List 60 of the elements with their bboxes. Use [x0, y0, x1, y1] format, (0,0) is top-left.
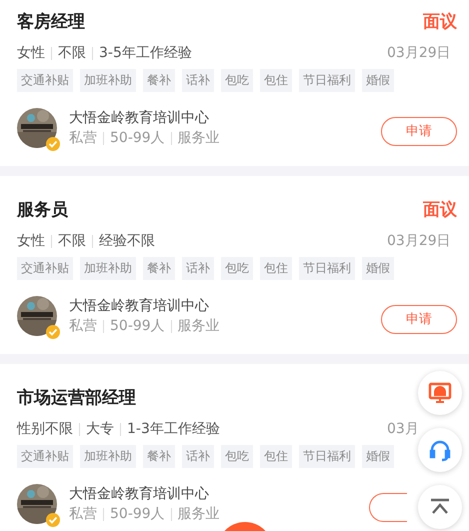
meta-text: 私营 [69, 317, 97, 335]
apply-button[interactable] [369, 492, 407, 522]
benefit-tag: 餐补 [143, 69, 175, 92]
benefit-tag: 包吃 [221, 257, 253, 280]
benefit-tag: 话补 [182, 445, 214, 468]
meta-text: 女性 [17, 44, 45, 62]
job-card[interactable]: 服务员 面议 女性 不限 经验不限 03月29日 交通补贴 加班补助 餐补 话补 包吃 包住 节日福利 婚假 大悟金岭教育培训中心 私营 50-99人 服务业 申请 [0, 176, 469, 354]
meta-text: 私营 [69, 505, 97, 523]
post-date: 03月 [387, 420, 420, 438]
meta-text: 大专 [86, 420, 114, 438]
benefit-tag: 加班补助 [80, 69, 136, 92]
company-name: 大悟金岭教育培训中心 [69, 485, 210, 503]
benefit-tag: 婚假 [362, 69, 394, 92]
meta-text: 私营 [69, 129, 97, 147]
back-to-top-icon [429, 498, 451, 516]
meta-text: 服务业 [178, 505, 220, 523]
company-name: 大悟金岭教育培训中心 [69, 297, 210, 315]
benefit-tag: 交通补贴 [17, 445, 73, 468]
job-card[interactable]: 市场运营部经理 性别不限 大专 1-3年工作经验 03月 交通补贴 加班补助 餐补 话补 包吃 包住 节日福利 婚假 大悟金岭教育培训中心 私营 50-99人 服务业 [0, 364, 469, 531]
benefit-tag: 加班补助 [80, 257, 136, 280]
benefit-tag: 节日福利 [299, 445, 355, 468]
meta-text: 3-5年工作经验 [99, 44, 192, 62]
job-title: 客房经理 [17, 11, 85, 33]
company-name: 大悟金岭教育培训中心 [69, 109, 210, 127]
benefit-tag: 交通补贴 [17, 257, 73, 280]
post-date: 03月29日 [387, 232, 452, 250]
benefit-tag: 餐补 [143, 257, 175, 280]
benefit-tag: 餐补 [143, 445, 175, 468]
meta-text: 服务业 [178, 317, 220, 335]
benefit-tag: 节日福利 [299, 257, 355, 280]
monitor-icon [428, 382, 452, 404]
job-card[interactable]: 客房经理 面议 女性 不限 3-5年工作经验 03月29日 交通补贴 加班补助 餐补 话补 包吃 包住 节日福利 婚假 大悟金岭教育培训中心 私营 50-99人 服务业 申请 [0, 0, 469, 166]
benefit-tag: 话补 [182, 257, 214, 280]
job-title: 市场运营部经理 [17, 387, 136, 409]
meta-text: 50-99人 [110, 505, 165, 523]
benefit-tag: 包吃 [221, 445, 253, 468]
benefit-tag: 节日福利 [299, 69, 355, 92]
post-date: 03月29日 [387, 44, 452, 62]
meta-text: 服务业 [178, 129, 220, 147]
meta-text: 1-3年工作经验 [127, 420, 220, 438]
benefit-tag: 包住 [260, 69, 292, 92]
job-title: 服务员 [17, 199, 68, 221]
benefit-tag: 包住 [260, 257, 292, 280]
meta-text: 女性 [17, 232, 45, 250]
benefit-tag: 婚假 [362, 445, 394, 468]
headset-icon [428, 438, 452, 462]
benefit-tag: 加班补助 [80, 445, 136, 468]
meta-text: 性别不限 [17, 420, 73, 438]
meta-text: 不限 [58, 44, 86, 62]
benefit-tag: 包住 [260, 445, 292, 468]
benefit-tag: 婚假 [362, 257, 394, 280]
meta-text: 经验不限 [99, 232, 155, 250]
salary: 面议 [423, 11, 457, 33]
benefit-tag: 交通补贴 [17, 69, 73, 92]
salary: 面议 [423, 199, 457, 221]
meta-text: 50-99人 [110, 317, 165, 335]
meta-text: 不限 [58, 232, 86, 250]
benefit-tag: 话补 [182, 69, 214, 92]
benefit-tag: 包吃 [221, 69, 253, 92]
meta-text: 50-99人 [110, 129, 165, 147]
